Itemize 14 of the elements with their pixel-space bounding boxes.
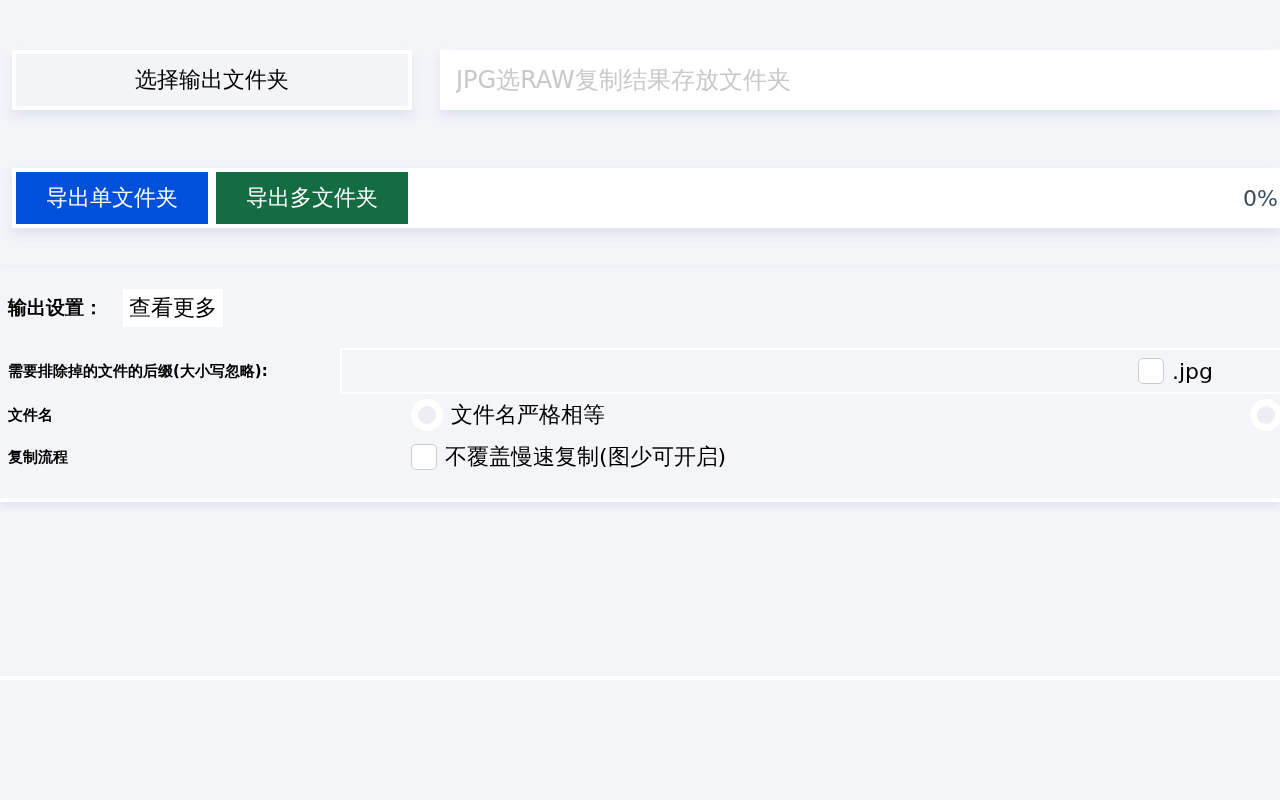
- export-button[interactable]: 导出单文件夹: [16, 172, 208, 224]
- file-name-label: 文件名: [8, 405, 54, 425]
- checkbox[interactable]: [1138, 358, 1164, 384]
- view-more-button[interactable]: 查看更多: [123, 289, 223, 327]
- option-label: 文件名严格相等: [451, 401, 605, 429]
- progress-reading: 0%: [1243, 185, 1278, 211]
- option-label: .jpg: [1172, 358, 1214, 384]
- option-label: 不覆盖慢速复制(图少可开启): [445, 443, 727, 471]
- copy-flow-label: 复制流程: [8, 447, 69, 467]
- checkbox[interactable]: [411, 444, 437, 470]
- export-button[interactable]: 导出多文件夹: [216, 172, 408, 224]
- exclude-suffix-label: 需要排除掉的文件的后缀(大小写忽略):: [8, 361, 269, 381]
- settings-title: 输出设置：: [8, 295, 103, 320]
- choose-folder-button[interactable]: 选择输出文件夹: [12, 50, 412, 110]
